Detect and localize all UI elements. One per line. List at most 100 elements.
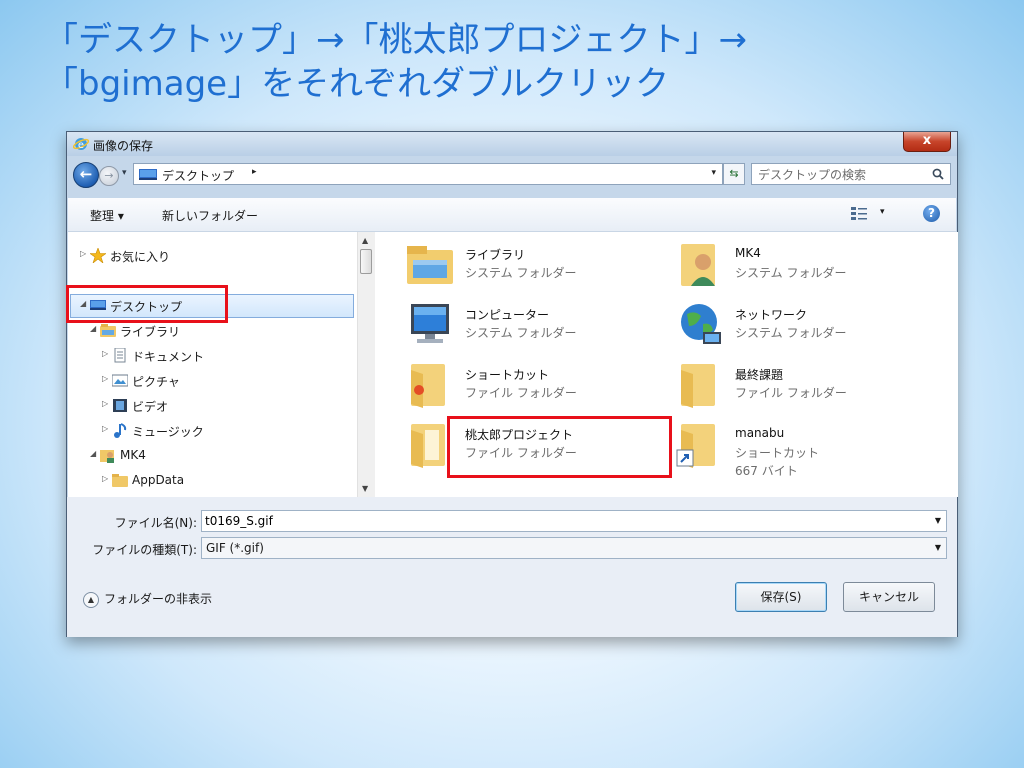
scroll-thumb[interactable] <box>360 249 372 274</box>
library-folder-icon <box>407 246 453 284</box>
filetype-label: ファイルの種類(T): <box>92 543 197 557</box>
file-item-computer[interactable]: コンピューター システム フォルダー <box>405 300 655 350</box>
hide-folders-label: フォルダーの非表示 <box>104 592 213 606</box>
document-icon <box>114 348 126 363</box>
expand-icon[interactable]: ▷ <box>102 374 108 383</box>
file-item-shortcut-folder[interactable]: ショートカット ファイル フォルダー <box>405 360 655 410</box>
file-item-manabu[interactable]: manabu ショートカット 667 バイト <box>675 420 925 478</box>
filetype-value: GIF (*.gif) <box>206 541 264 555</box>
close-button[interactable]: x <box>903 132 951 152</box>
expand-icon[interactable]: ▷ <box>102 399 108 408</box>
browser-content: ▷ お気に入り ◢ デスクトップ ◢ ライブラリ ▷ ドキュメント ▷ ピクチャ… <box>66 232 958 497</box>
close-icon: x <box>922 133 932 148</box>
nav-pane-scrollbar[interactable]: ▲ ▼ <box>357 232 375 497</box>
history-dropdown-icon[interactable]: ▾ <box>122 168 127 178</box>
forward-button[interactable]: → <box>99 166 119 186</box>
refresh-icon: ⇆ <box>729 167 739 180</box>
picture-icon <box>112 374 128 387</box>
network-icon <box>681 304 721 344</box>
filename-field[interactable]: ▼ <box>201 510 947 532</box>
nav-label: お気に入り <box>110 250 171 264</box>
nav-label: MK4 <box>120 448 146 462</box>
file-name: manabu <box>735 426 785 440</box>
desktop-highlight-box <box>66 285 228 323</box>
nav-label: ライブラリ <box>120 325 181 339</box>
scroll-up-icon[interactable]: ▲ <box>362 236 368 245</box>
filetype-select[interactable]: GIF (*.gif) ▼ <box>201 537 947 559</box>
file-item-library[interactable]: ライブラリ システム フォルダー <box>405 240 655 290</box>
star-icon <box>90 248 106 263</box>
file-item-network[interactable]: ネットワーク システム フォルダー <box>675 300 925 350</box>
svg-text:e: e <box>78 140 84 151</box>
file-type: システム フォルダー <box>735 266 847 280</box>
hide-folders-toggle[interactable]: ▲ フォルダーの非表示 <box>83 590 212 608</box>
nav-label: AppData <box>132 473 185 487</box>
nav-label: ドキュメント <box>132 350 205 364</box>
music-icon <box>114 423 127 438</box>
slide-title-line1: 「デスクトップ」→「桃太郎プロジェクト」→ <box>44 20 747 60</box>
file-type: システム フォルダー <box>465 326 577 340</box>
slide-title-line2: 「bgimage」をそれぞれダブルクリック <box>44 64 670 104</box>
file-name: コンピューター <box>465 308 550 322</box>
collapse-icon[interactable]: ◢ <box>90 324 96 333</box>
file-item-mk4[interactable]: MK4 システム フォルダー <box>675 240 925 290</box>
new-folder-button[interactable]: 新しいフォルダー <box>162 207 258 224</box>
navigation-bar: ← → ▾ デスクトップ ▸ ▾ ⇆ <box>67 156 957 192</box>
address-dropdown-icon[interactable]: ▾ <box>711 168 716 178</box>
dialog-title: 画像の保存 <box>93 139 154 153</box>
forward-arrow-icon: → <box>104 169 114 182</box>
filename-input[interactable] <box>205 513 875 529</box>
save-form-area: ファイル名(N): ▼ ファイルの種類(T): GIF (*.gif) ▼ ▲ フ… <box>67 497 957 637</box>
library-icon <box>100 324 116 337</box>
file-name: MK4 <box>735 246 761 260</box>
scroll-down-icon[interactable]: ▼ <box>362 484 368 493</box>
internet-explorer-icon: e <box>73 138 89 151</box>
file-type: ファイル フォルダー <box>465 386 577 400</box>
file-type: ファイル フォルダー <box>735 386 847 400</box>
filename-dropdown-icon[interactable]: ▼ <box>935 516 941 525</box>
filetype-dropdown-icon[interactable]: ▼ <box>935 543 941 552</box>
back-button[interactable]: ← <box>73 162 99 188</box>
file-type: ショートカット <box>735 446 820 460</box>
nav-label: ピクチャ <box>132 375 180 389</box>
user-folder-icon <box>100 450 114 463</box>
search-input[interactable] <box>756 166 920 184</box>
address-location[interactable]: デスクトップ <box>162 167 234 184</box>
view-options-icon[interactable] <box>850 205 868 221</box>
shortcut-folder-icon <box>676 424 715 468</box>
expand-icon[interactable]: ▷ <box>102 349 108 358</box>
save-button[interactable]: 保存(S) <box>735 582 827 612</box>
file-type: システム フォルダー <box>465 266 577 280</box>
navigation-pane: ▷ お気に入り ◢ デスクトップ ◢ ライブラリ ▷ ドキュメント ▷ ピクチャ… <box>66 232 356 497</box>
desktop-icon <box>139 169 157 180</box>
help-icon[interactable]: ? <box>923 205 940 222</box>
video-icon <box>113 399 127 412</box>
save-image-dialog: e 画像の保存 x ← → ▾ デスクトップ ▸ ▾ ⇆ デスクトップの検索 整… <box>66 131 958 637</box>
nav-label: ビデオ <box>132 400 169 414</box>
back-arrow-icon: ← <box>79 165 93 183</box>
folder-icon <box>681 364 715 408</box>
file-name: ネットワーク <box>735 308 808 322</box>
collapse-up-icon: ▲ <box>83 591 99 608</box>
collapse-icon[interactable]: ◢ <box>90 449 96 458</box>
file-list-pane: ライブラリ システム フォルダー MK4 システム フォルダー コンピューター … <box>375 232 958 497</box>
expand-icon[interactable]: ▷ <box>80 249 86 258</box>
expand-icon[interactable]: ▷ <box>102 474 108 483</box>
address-bar[interactable]: デスクトップ ▸ ▾ <box>133 163 723 185</box>
search-box[interactable] <box>751 163 951 185</box>
view-dropdown-icon[interactable]: ▾ <box>880 207 885 217</box>
file-name: ライブラリ <box>465 248 526 262</box>
breadcrumb-arrow-icon[interactable]: ▸ <box>252 167 257 177</box>
refresh-button[interactable]: ⇆ <box>723 163 745 185</box>
slide-title: 「デスクトップ」→「桃太郎プロジェクト」→ 「bgimage」をそれぞれダブルク… <box>44 18 1004 106</box>
user-folder-icon <box>681 244 715 286</box>
file-name: ショートカット <box>465 368 550 382</box>
title-bar[interactable]: e 画像の保存 x <box>67 132 957 156</box>
file-name: 最終課題 <box>735 368 784 382</box>
folder-icon <box>411 364 445 408</box>
cancel-button[interactable]: キャンセル <box>843 582 935 612</box>
search-icon[interactable] <box>932 168 944 180</box>
organize-button[interactable]: 整理 ▾ <box>90 207 124 224</box>
expand-icon[interactable]: ▷ <box>102 424 108 433</box>
file-item-final-assignment[interactable]: 最終課題 ファイル フォルダー <box>675 360 925 410</box>
